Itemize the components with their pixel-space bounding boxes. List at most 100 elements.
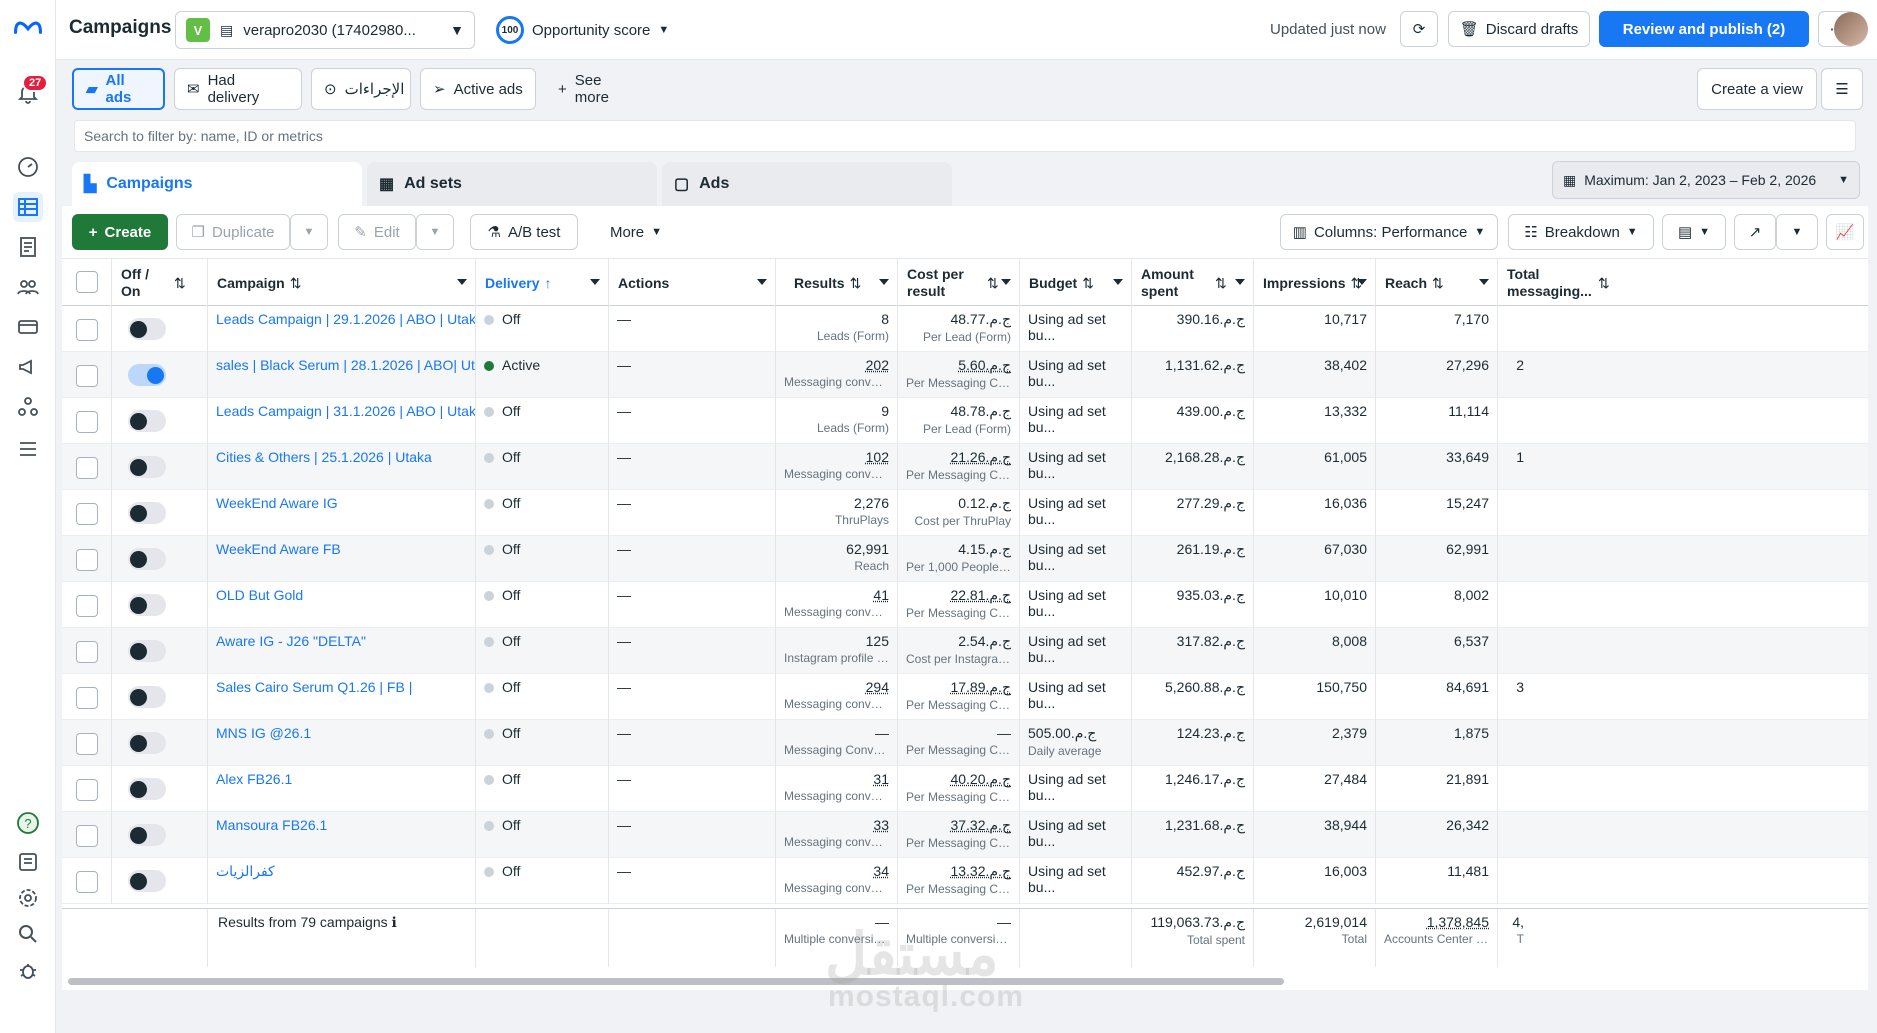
review-publish-button[interactable]: Review and publish (2)	[1599, 11, 1809, 47]
table-row[interactable]: Cities & Others | 25.1.2026 | Utaka Off — 1…	[62, 444, 1868, 490]
col-offon[interactable]: Off / On ⇅	[112, 259, 208, 307]
opportunity-score[interactable]: 100 Opportunity score ▼	[496, 16, 669, 44]
table-row[interactable]: sales | Black Serum | 28.1.2026 | ABO| U…	[62, 352, 1868, 398]
table-row[interactable]: Leads Campaign | 31.1.2026 | ABO | Utaka…	[62, 398, 1868, 444]
reports-button[interactable]: ▤ ▼	[1662, 214, 1726, 250]
edit-button[interactable]: ✎ Edit	[338, 214, 416, 250]
export-button[interactable]: ↗	[1734, 214, 1776, 250]
meta-logo-icon[interactable]	[10, 12, 46, 42]
select-all-checkbox[interactable]	[76, 271, 98, 293]
campaign-name-link[interactable]: Leads Campaign | 31.1.2026 | ABO | Utaka…	[216, 403, 475, 419]
table-row[interactable]: Sales Cairo Serum Q1.26 | FB | Off — 294 Mes…	[62, 674, 1868, 720]
see-more-button[interactable]: + See more	[546, 68, 646, 110]
row-checkbox[interactable]	[76, 595, 98, 617]
reports-icon[interactable]	[13, 232, 43, 262]
tab-ad-sets[interactable]: ▦ Ad sets	[367, 162, 657, 206]
campaign-name-link[interactable]: MNS IG @26.1	[216, 725, 311, 741]
campaign-toggle[interactable]	[128, 594, 166, 616]
avatar[interactable]	[1834, 12, 1868, 46]
row-checkbox[interactable]	[76, 733, 98, 755]
megaphone-icon[interactable]	[13, 352, 43, 382]
row-checkbox[interactable]	[76, 319, 98, 341]
audiences-icon[interactable]	[13, 272, 43, 302]
duplicate-button[interactable]: ❐ Duplicate	[176, 214, 290, 250]
billing-card-icon[interactable]	[13, 312, 43, 342]
table-row[interactable]: WeekEnd Aware FB Off — 62,991 Reach 4.15.ج.م P…	[62, 536, 1868, 582]
dashboard-gauge-icon[interactable]	[13, 152, 43, 182]
campaign-toggle[interactable]	[128, 870, 166, 892]
cell-name[interactable]: Aware IG - J26 "DELTA"	[208, 628, 476, 674]
table-row[interactable]: OLD But Gold Off — 41 Messaging conversat...…	[62, 582, 1868, 628]
duplicate-dropdown[interactable]: ▼	[290, 214, 328, 250]
campaign-toggle[interactable]	[128, 364, 166, 386]
col-amount-spent[interactable]: Amount spent ⇅	[1132, 259, 1254, 307]
campaign-toggle[interactable]	[128, 456, 166, 478]
campaign-toggle[interactable]	[128, 824, 166, 846]
account-selector[interactable]: V ▤ verapro2030 (17402980... ▼	[175, 11, 475, 49]
cell-name[interactable]: WeekEnd Aware IG	[208, 490, 476, 536]
filter-active-ads[interactable]: ➢ Active ads	[420, 68, 536, 110]
campaign-name-link[interactable]: WeekEnd Aware IG	[216, 495, 338, 511]
row-checkbox[interactable]	[76, 457, 98, 479]
cell-name[interactable]: WeekEnd Aware FB	[208, 536, 476, 582]
info-icon[interactable]: ℹ	[388, 914, 397, 930]
row-checkbox[interactable]	[76, 503, 98, 525]
row-checkbox[interactable]	[76, 549, 98, 571]
campaign-name-link[interactable]: OLD But Gold	[216, 587, 303, 603]
create-view-button[interactable]: Create a view	[1697, 68, 1817, 110]
campaign-name-link[interactable]: كفرالزيات	[216, 863, 275, 879]
campaign-toggle[interactable]	[128, 732, 166, 754]
table-row[interactable]: كفرالزيات Off — 34 Messaging conversat... 13.…	[62, 858, 1868, 904]
row-checkbox[interactable]	[76, 825, 98, 847]
row-checkbox[interactable]	[76, 411, 98, 433]
table-row[interactable]: Leads Campaign | 29.1.2026 | ABO | Utaka…	[62, 306, 1868, 352]
cell-name[interactable]: MNS IG @26.1	[208, 720, 476, 766]
ab-test-button[interactable]: ⚗ A/B test	[470, 214, 578, 250]
cell-name[interactable]: Mansoura FB26.1	[208, 812, 476, 858]
row-checkbox[interactable]	[76, 871, 98, 893]
search-icon[interactable]	[13, 919, 43, 949]
row-checkbox[interactable]	[76, 365, 98, 387]
filter-all-ads[interactable]: ▰ All ads	[72, 68, 165, 110]
settings-gear-icon[interactable]	[13, 883, 43, 913]
cell-name[interactable]: كفرالزيات	[208, 858, 476, 904]
search-input[interactable]: Search to filter by: name, ID or metrics	[74, 120, 1856, 152]
campaign-name-link[interactable]: sales | Black Serum | 28.1.2026 | ABO| U…	[216, 357, 475, 373]
discard-drafts-button[interactable]: 🗑 Discard drafts	[1448, 11, 1590, 47]
col-budget[interactable]: Budget ⇅	[1020, 259, 1132, 307]
campaign-toggle[interactable]	[128, 318, 166, 340]
refresh-button[interactable]: ⟳	[1400, 11, 1438, 47]
filter-actions[interactable]: ⊙ الإجراءات	[311, 68, 411, 110]
campaign-toggle[interactable]	[128, 410, 166, 432]
view-settings-button[interactable]: ☰	[1821, 68, 1863, 110]
table-row[interactable]: Mansoura FB26.1 Off — 33 Messaging conversat…	[62, 812, 1868, 858]
campaign-name-link[interactable]: Sales Cairo Serum Q1.26 | FB |	[216, 679, 412, 695]
breakdown-button[interactable]: ☷ Breakdown ▼	[1508, 214, 1654, 250]
col-delivery[interactable]: Delivery ↑	[476, 259, 609, 307]
horizontal-scrollbar[interactable]	[68, 978, 1284, 985]
columns-button[interactable]: ▥ Columns: Performance ▼	[1280, 214, 1498, 250]
campaign-name-link[interactable]: Alex FB26.1	[216, 771, 292, 787]
edit-dropdown[interactable]: ▼	[416, 214, 454, 250]
cell-name[interactable]: sales | Black Serum | 28.1.2026 | ABO| U…	[208, 352, 476, 398]
cell-name[interactable]: Leads Campaign | 29.1.2026 | ABO | Utaka	[208, 306, 476, 352]
campaign-toggle[interactable]	[128, 778, 166, 800]
col-cost-per-result[interactable]: Cost per result ⇅	[898, 259, 1020, 307]
export-dropdown[interactable]: ▼	[1776, 214, 1818, 250]
table-row[interactable]: WeekEnd Aware IG Off — 2,276 ThruPlays 0.12.ج…	[62, 490, 1868, 536]
col-impressions[interactable]: Impressions ⇅	[1254, 259, 1376, 307]
row-checkbox[interactable]	[76, 687, 98, 709]
row-checkbox[interactable]	[76, 641, 98, 663]
campaign-toggle[interactable]	[128, 548, 166, 570]
table-row[interactable]: Aware IG - J26 "DELTA" Off — 125 Instagram p…	[62, 628, 1868, 674]
more-button[interactable]: More ▼	[586, 214, 686, 250]
cell-name[interactable]: Leads Campaign | 31.1.2026 | ABO | Utaka…	[208, 398, 476, 444]
help-icon[interactable]: ?	[13, 808, 43, 838]
cell-name[interactable]: Sales Cairo Serum Q1.26 | FB |	[208, 674, 476, 720]
ads-manager-table-icon[interactable]	[13, 192, 43, 222]
cell-name[interactable]: Cities & Others | 25.1.2026 | Utaka	[208, 444, 476, 490]
campaign-name-link[interactable]: WeekEnd Aware FB	[216, 541, 341, 557]
business-tools-icon[interactable]	[13, 392, 43, 422]
news-feed-icon[interactable]	[13, 847, 43, 877]
campaign-toggle[interactable]	[128, 640, 166, 662]
